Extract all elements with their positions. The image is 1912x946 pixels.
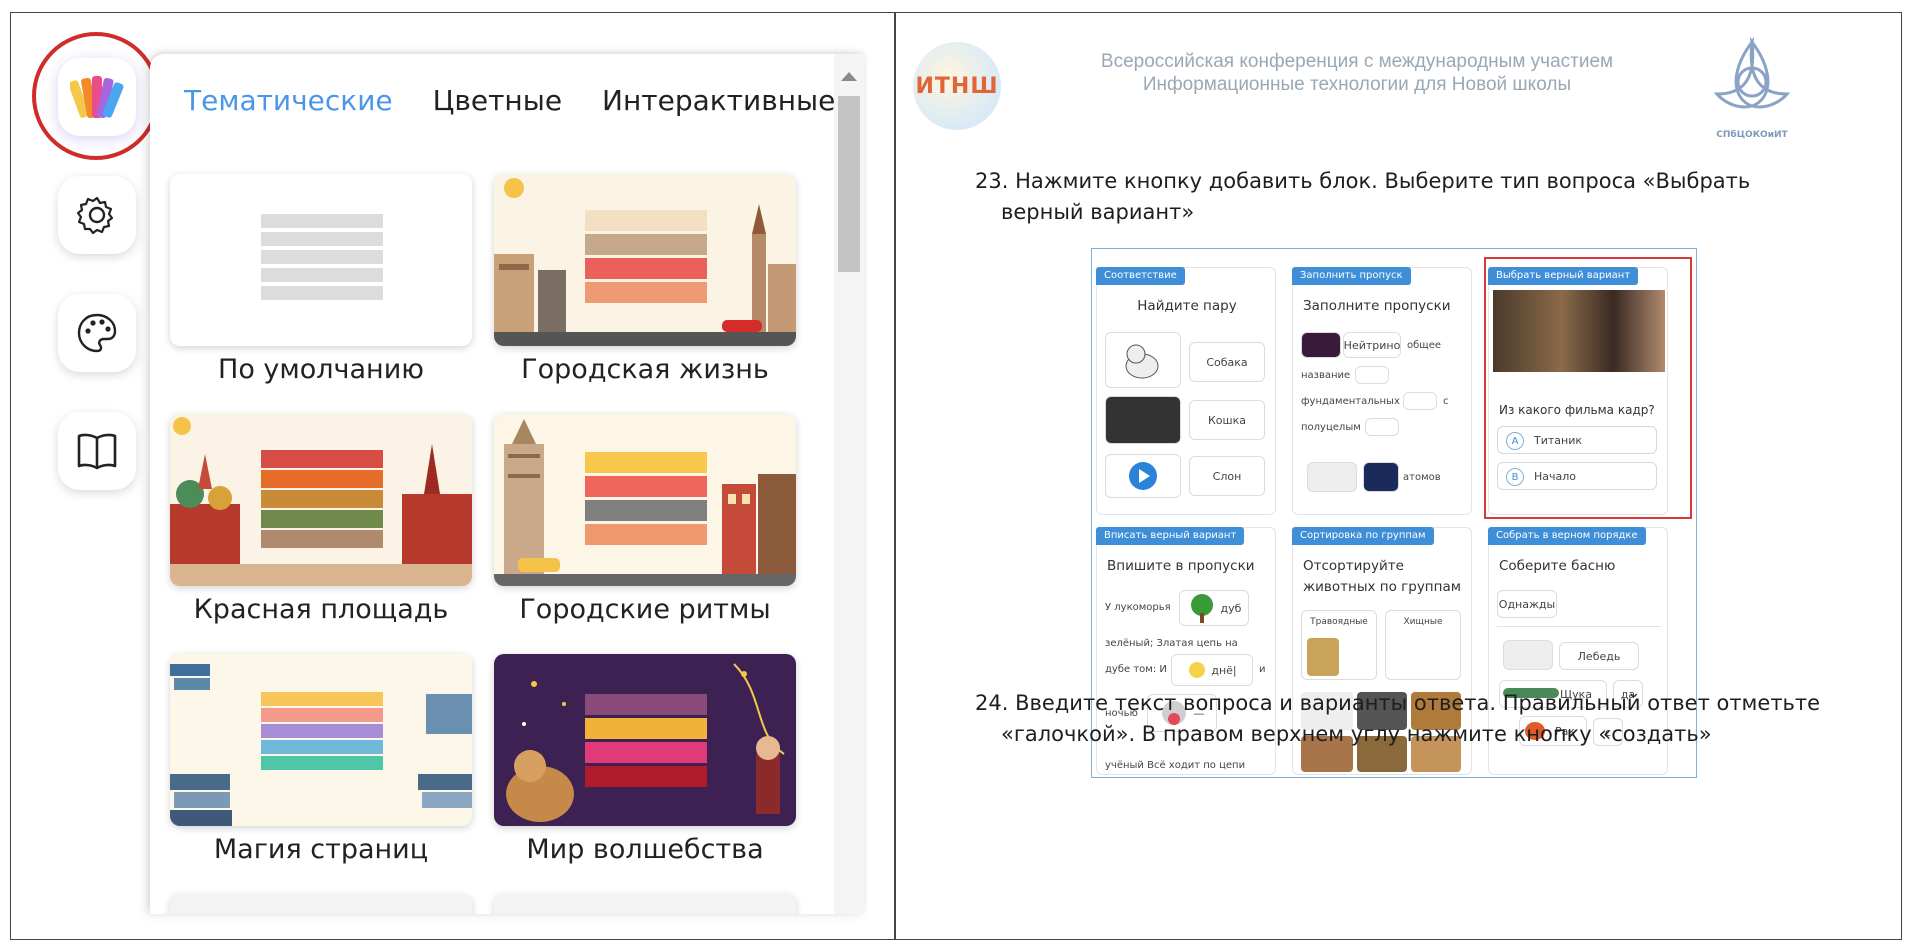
gear-icon (76, 196, 114, 235)
theme-card-page-magic[interactable] (170, 654, 472, 826)
color-stripe (261, 250, 383, 264)
selection-highlight (1484, 257, 1692, 519)
color-stripe (261, 708, 383, 722)
triquetra-logo-icon (1713, 36, 1791, 109)
sun-image-chip: днё| (1171, 654, 1253, 686)
theme-card-red-square[interactable] (170, 414, 472, 586)
scroll-up-arrow-icon[interactable] (841, 72, 857, 81)
play-icon (1129, 462, 1157, 490)
themes-panel: Тематические Цветные Интерактивные По ум… (150, 54, 864, 914)
open-book-icon (77, 433, 117, 470)
column-divider (894, 12, 896, 940)
color-stripe (585, 718, 707, 739)
play-audio-button[interactable] (1105, 454, 1181, 498)
color-stripe (585, 210, 707, 231)
theme-card-magic-world[interactable] (494, 654, 796, 826)
colors-button[interactable] (58, 294, 136, 372)
color-stripe (261, 214, 383, 228)
atom-image (1363, 462, 1399, 492)
color-stripe (585, 452, 707, 473)
color-stripe (585, 476, 707, 497)
tab-colored[interactable]: Цветные (433, 84, 562, 117)
palette-swatches-icon (70, 76, 124, 119)
instruction-document: ИТНШ Всероссийская конференция с междуна… (897, 14, 1901, 938)
theme-card-city-rhythms[interactable] (494, 414, 796, 586)
giraffe-image (1307, 638, 1339, 676)
book-button[interactable] (58, 412, 136, 490)
tab-interactive[interactable]: Интерактивные (602, 84, 835, 117)
color-stripe (261, 268, 383, 282)
spbcokoit-logo: СПбЦОКОиИТ (1707, 36, 1797, 140)
theme-label: Красная площадь (193, 594, 449, 625)
step-24: 24. Введите текст вопроса и варианты отв… (975, 691, 1821, 746)
magic-world-illustration (506, 663, 785, 822)
theme-label: Городские ритмы (519, 594, 771, 625)
cat-image (1105, 332, 1181, 388)
theme-label: Мир волшебства (526, 834, 764, 865)
color-stripe (261, 510, 383, 528)
color-stripe (585, 282, 707, 303)
color-stripe (585, 742, 707, 763)
color-stripe (261, 740, 383, 754)
settings-button[interactable] (58, 176, 136, 254)
paint-palette-icon (77, 313, 117, 353)
theme-card-partial[interactable] (494, 894, 796, 914)
theme-picker-screenshot: Тематические Цветные Интерактивные По ум… (12, 14, 892, 938)
scrollbar[interactable] (834, 54, 864, 914)
theme-label: Городская жизнь (521, 354, 769, 385)
color-stripe (261, 450, 383, 468)
theme-card-default[interactable] (170, 174, 472, 346)
color-stripe (585, 258, 707, 279)
color-stripe (261, 724, 383, 738)
color-stripe (585, 524, 707, 545)
scrollbar-thumb[interactable] (838, 96, 860, 272)
gap-field[interactable] (1355, 366, 1389, 384)
gap-field[interactable] (1403, 392, 1437, 410)
color-stripe (261, 232, 383, 246)
theme-label: Магия страниц (213, 834, 429, 865)
color-stripe (261, 286, 383, 300)
tree-image-chip: дуб (1179, 590, 1249, 626)
color-stripe (261, 530, 383, 548)
color-stripe (585, 500, 707, 521)
tab-thematic[interactable]: Тематические (184, 84, 393, 117)
theme-label: По умолчанию (218, 354, 424, 385)
divider (1497, 626, 1661, 627)
empty-slot[interactable] (1503, 640, 1553, 670)
color-stripe (261, 490, 383, 508)
group-predators[interactable]: Хищные (1385, 610, 1461, 680)
color-stripe (585, 694, 707, 715)
theme-card-partial[interactable] (170, 894, 472, 914)
itnsh-logo: ИТНШ (913, 42, 1001, 130)
step-23: 23. Нажмите кнопку добавить блок. Выбери… (975, 169, 1751, 224)
theme-card-city-life[interactable] (494, 174, 796, 346)
word-swan[interactable]: Лебедь (1559, 642, 1639, 670)
color-stripe (261, 470, 383, 488)
dog-image (1105, 396, 1181, 444)
color-stripe (585, 234, 707, 255)
block-fill-gap[interactable]: Заполнить пропуск Заполните пропуски Ней… (1292, 267, 1472, 515)
block-match[interactable]: Соответствие Найдите пару Собака Кошка С… (1096, 267, 1276, 515)
color-stripe (585, 766, 707, 787)
conference-header: Всероссийская конференция с международны… (1100, 51, 1614, 95)
empty-slot[interactable] (1307, 462, 1357, 492)
color-stripe (261, 756, 383, 770)
color-stripe (261, 692, 383, 706)
nebula-image (1301, 332, 1341, 358)
gap-field[interactable] (1365, 418, 1399, 436)
themes-button[interactable] (58, 58, 136, 136)
theme-tabs: Тематические Цветные Интерактивные (184, 84, 835, 117)
